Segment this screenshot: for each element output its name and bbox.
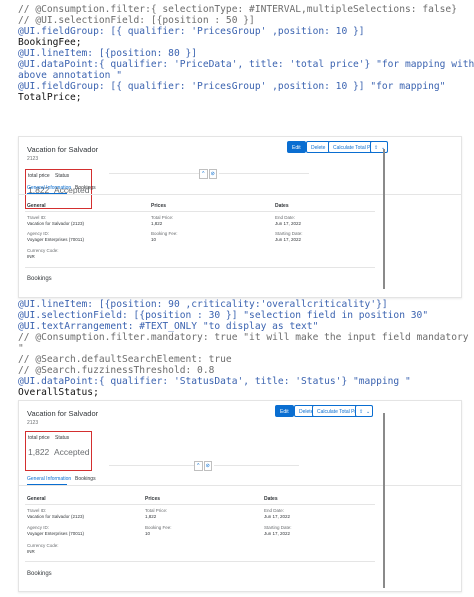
tab-bookings[interactable]: Bookings [75, 476, 96, 482]
travel-id-label: Travel ID: [27, 215, 47, 220]
end-date-label: End Date: [264, 508, 285, 513]
total-price-field-value: 1,822 [145, 514, 157, 519]
agency-id-value: Voyager Enterprises (70011) [27, 531, 84, 536]
share-icon: ⇪ [374, 145, 379, 151]
tabs-divider [19, 485, 461, 486]
section-divider [25, 504, 375, 505]
currency-code-label: Currency Code: [27, 543, 59, 548]
status-kpi-label: Status [55, 173, 70, 179]
scrollbar[interactable] [383, 413, 385, 588]
currency-code-value: INR [27, 549, 35, 554]
code-line: @UI.dataPoint:{ qualifier: 'StatusData',… [18, 376, 411, 387]
object-subtitle: 2123 [27, 156, 39, 162]
code-line: @UI.selectionField: [{position : 30 }] "… [18, 310, 429, 321]
scrollbar[interactable] [383, 149, 385, 289]
booking-fee-label: Booking Fee: [151, 231, 178, 236]
kpi-highlight-box: total price Status 1,822 Accepted [25, 431, 92, 471]
section-divider [25, 211, 375, 212]
starting-date-value: Jun 17, 2022 [264, 531, 291, 536]
delete-button[interactable]: Delete [306, 141, 331, 153]
tab-general-information[interactable]: General Information [27, 476, 71, 482]
bookings-divider [25, 561, 375, 562]
total-price-kpi-label: total price [28, 435, 50, 441]
code-line: " [18, 343, 24, 354]
code-line: @UI.lineItem: [{position: 90 ,criticalit… [18, 299, 388, 310]
code-line: // @Consumption.filter:{ selectionType: … [18, 4, 457, 15]
currency-code-value: INR [27, 254, 35, 259]
agency-id-value: Voyager Enterprises (70011) [27, 237, 84, 242]
bookings-section-title: Bookings [27, 276, 52, 282]
starting-date-value: Jun 17, 2022 [275, 237, 302, 242]
edit-button[interactable]: Edit [275, 405, 294, 417]
booking-fee-label: Booking Fee: [145, 525, 172, 530]
status-kpi-value: Accepted [54, 447, 90, 457]
currency-code-label: Currency Code: [27, 248, 59, 253]
total-price-field-value: 1,822 [151, 221, 163, 226]
code-line: @UI.dataPoint:{ qualifier: 'PriceData', … [18, 59, 474, 70]
tab-general-information[interactable]: General Information [27, 185, 71, 191]
code-line: BookingFee; [18, 37, 82, 48]
header-collapse-controls: ^ ⊘ [199, 169, 217, 179]
section-prices: Prices [145, 496, 161, 502]
agency-id-label: Agency ID: [27, 525, 50, 530]
share-button[interactable]: ⇪ ⌄ [370, 141, 388, 153]
code-line: // @UI.selectionField: [{position : 50 }… [18, 15, 255, 26]
tabs-divider [19, 194, 461, 195]
booking-fee-value: 10 [151, 237, 157, 242]
collapse-icon[interactable]: ^ [194, 461, 203, 471]
starting-date-label: Starting Date: [264, 525, 292, 530]
header-divider-right [214, 465, 299, 466]
end-date-value: Jun 17, 2022 [275, 221, 302, 226]
code-line: above annotation " [18, 70, 122, 81]
agency-id-label: Agency ID: [27, 231, 50, 236]
travel-id-value: Vacation for Salvador (2123) [27, 221, 84, 226]
total-price-field-label: Total Price: [151, 215, 174, 220]
code-line: @UI.fieldGroup: [{ qualifier: 'PricesGro… [18, 81, 446, 92]
code-line: @UI.textArrangement: #TEXT_ONLY "to disp… [18, 321, 319, 332]
header-divider-right [219, 173, 309, 174]
section-general: General [27, 203, 46, 209]
total-price-kpi-value: 1,822 [28, 447, 50, 457]
header-divider [109, 173, 199, 174]
end-date-label: End Date: [275, 215, 296, 220]
travel-id-label: Travel ID: [27, 508, 47, 513]
total-price-field-label: Total Price: [145, 508, 168, 513]
starting-date-label: Starting Date: [275, 231, 303, 236]
object-title: Vacation for Salvador [27, 409, 99, 418]
section-dates: Dates [275, 203, 289, 209]
code-line: TotalPrice; [18, 92, 82, 103]
section-general: General [27, 496, 46, 502]
share-button[interactable]: ⇪ ⌄ [355, 405, 373, 417]
pin-icon[interactable]: ⊘ [203, 461, 212, 471]
edit-button[interactable]: Edit [287, 141, 306, 153]
collapse-icon[interactable]: ^ [199, 169, 208, 179]
total-price-kpi-label: total price [28, 173, 50, 179]
chevron-down-icon: ⌄ [366, 409, 371, 415]
section-prices: Prices [151, 203, 167, 209]
bookings-section-title: Bookings [27, 571, 52, 577]
header-divider [109, 465, 194, 466]
pin-icon[interactable]: ⊘ [208, 169, 217, 179]
bookings-divider [25, 267, 375, 268]
object-subtitle: 2123 [27, 420, 39, 426]
travel-id-value: Vacation for Salvador (2123) [27, 514, 84, 519]
object-page-panel-1: Vacation for Salvador 2123 Edit Delete C… [18, 136, 462, 298]
code-line: // @Search.defaultSearchElement: true [18, 354, 232, 365]
booking-fee-value: 10 [145, 531, 151, 536]
object-page-panel-2: Vacation for Salvador 2123 Edit Delete C… [18, 400, 462, 592]
code-line: OverallStatus; [18, 387, 99, 398]
code-line: @UI.fieldGroup: [{ qualifier: 'PricesGro… [18, 26, 365, 37]
code-line: // @Search.fuzzinessThreshold: 0.8 [18, 365, 215, 376]
tab-bookings[interactable]: Bookings [75, 185, 96, 191]
code-line: // @Consumption.filter.mandatory: true "… [18, 332, 469, 343]
header-collapse-controls: ^ ⊘ [194, 461, 212, 471]
share-icon: ⇪ [359, 409, 364, 415]
object-title: Vacation for Salvador [27, 145, 99, 154]
status-kpi-label: Status [55, 435, 70, 441]
code-line: @UI.lineItem: [{position: 80 }] [18, 48, 198, 59]
section-dates: Dates [264, 496, 278, 502]
end-date-value: Jun 17, 2022 [264, 514, 291, 519]
